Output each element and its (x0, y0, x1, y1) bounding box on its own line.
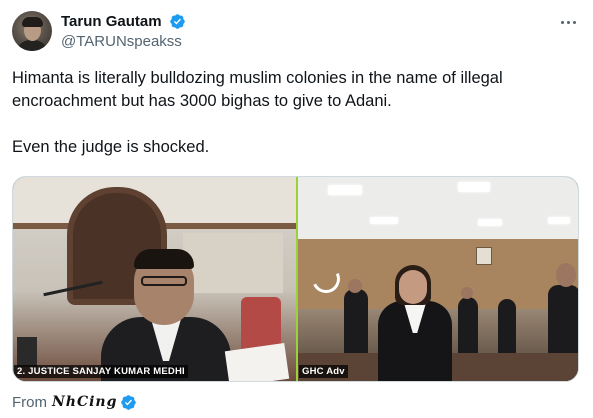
media-source-footer: From NhCing (12, 392, 137, 412)
tweet-header: Tarun Gautam @TARUNspeakss (12, 11, 583, 55)
ceiling-light (328, 185, 362, 195)
background-person (498, 299, 516, 355)
more-horizontal-icon[interactable] (559, 13, 579, 31)
avatar-hair (22, 17, 43, 27)
background-person (344, 289, 368, 359)
ceiling-light (478, 219, 502, 226)
judge-hair (134, 249, 194, 269)
from-label: From (12, 393, 47, 411)
more-dot (567, 21, 570, 24)
video-left-pane-judge (13, 177, 296, 381)
verified-badge-icon (121, 394, 137, 410)
ceiling-light (370, 217, 398, 224)
source-account-name[interactable]: NhCing (52, 394, 117, 410)
background-person-head (556, 263, 576, 287)
more-dot (573, 21, 576, 24)
ceiling-light (458, 182, 490, 192)
wall-emblem (476, 247, 492, 265)
video-player[interactable]: 2. JUSTICE SANJAY KUMAR MEDHI GHC Adv (12, 176, 579, 382)
tweet-text: Himanta is literally bulldozing muslim c… (12, 67, 580, 159)
advocate-face (399, 270, 427, 304)
judge-glasses (141, 276, 187, 286)
ceiling-light (548, 217, 570, 224)
papers (224, 343, 290, 381)
verified-badge-icon (170, 14, 185, 29)
video-right-pane-courtroom (298, 177, 578, 381)
tweet-paragraph: Even the judge is shocked. (12, 138, 210, 156)
video-caption-right: GHC Adv (299, 365, 348, 378)
author-handle[interactable]: @TARUNspeakss (61, 32, 186, 52)
back-wall (298, 239, 578, 309)
background-person-head (461, 287, 473, 299)
author-names: Tarun Gautam @TARUNspeakss (61, 12, 186, 52)
author-avatar[interactable] (12, 11, 52, 51)
video-caption-left: 2. JUSTICE SANJAY KUMAR MEDHI (14, 365, 188, 378)
wall-panel (183, 233, 283, 293)
tweet-paragraph: Himanta is literally bulldozing muslim c… (12, 69, 503, 110)
more-dot (561, 21, 564, 24)
monitor (17, 337, 37, 367)
author-display-name[interactable]: Tarun Gautam (61, 12, 162, 31)
avatar-shirt (16, 40, 48, 51)
background-person-head (348, 279, 362, 293)
background-person (458, 297, 478, 357)
